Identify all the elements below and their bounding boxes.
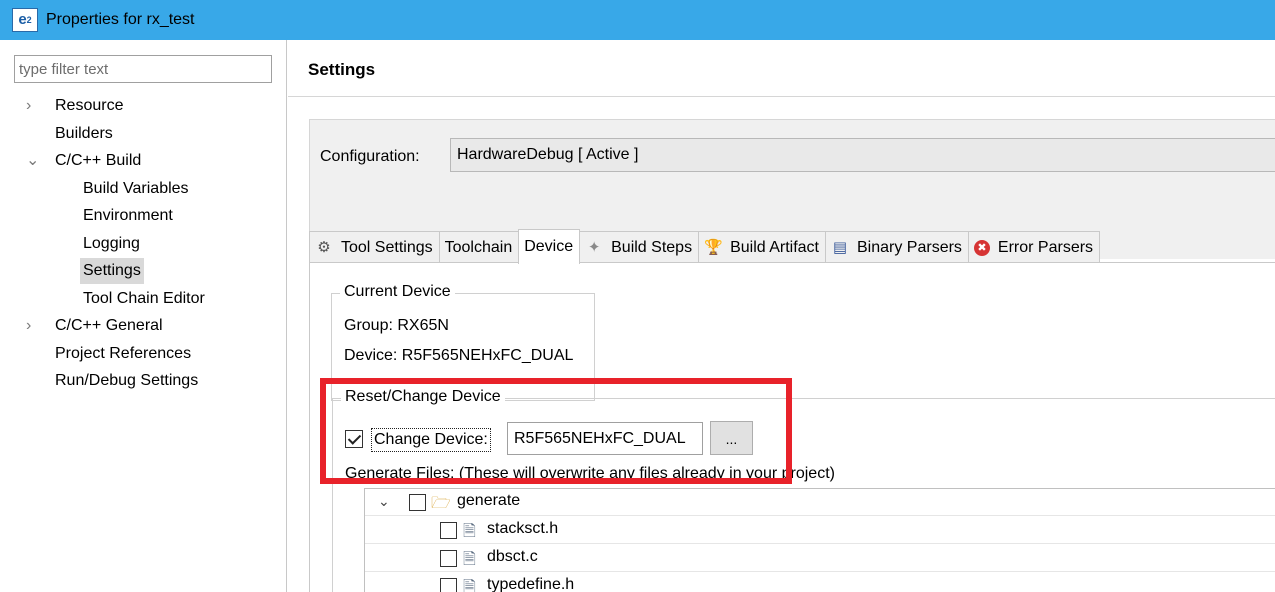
page-header: Settings	[288, 40, 1275, 97]
tree-item-label: Builders	[55, 124, 113, 142]
file-icon: 🗎	[463, 551, 476, 568]
chevron-right-icon[interactable]: ›	[26, 312, 40, 340]
generate-files-tree: ⌄ 🗁 generate 🗎 stacksct.h 🗎 dbsct.c 🗎 ty…	[364, 488, 1275, 592]
tree-item-label: Build Variables	[83, 179, 189, 197]
current-device-text: Device: R5F565NEHxFC_DUAL	[344, 347, 574, 364]
tree-item-label: Environment	[83, 207, 173, 224]
file-icon: 🗎	[463, 523, 476, 540]
tree-item-builders[interactable]: Builders	[0, 120, 286, 148]
tab-binary-parsers[interactable]: ▤ Binary Parsers	[825, 231, 969, 263]
build-artifact-icon: 🏆	[704, 238, 723, 256]
tree-item-label: Settings	[80, 258, 144, 284]
tab-label: Binary Parsers	[857, 238, 962, 256]
tab-tool-settings[interactable]: ⚙ Tool Settings	[309, 231, 440, 263]
e2-studio-logo-icon: e2	[12, 8, 38, 32]
generate-files-label: Generate Files: (These will overwrite an…	[345, 465, 835, 482]
tab-toolchain[interactable]: Toolchain	[438, 231, 520, 263]
reset-change-device-group: Reset/Change Device Change Device: R5F56…	[332, 388, 1275, 592]
tree-item-label: Run/Debug Settings	[55, 372, 199, 389]
chevron-down-icon[interactable]: ⌄	[26, 147, 40, 175]
error-parsers-icon: ✖	[973, 239, 990, 256]
file-tree-row[interactable]: 🗎 dbsct.c	[365, 545, 1275, 572]
configuration-label: Configuration:	[320, 148, 420, 165]
tree-item-build-variables[interactable]: Build Variables	[0, 175, 286, 203]
tab-label: Toolchain	[444, 238, 513, 256]
tree-item-label: C/C++ General	[55, 317, 163, 334]
change-device-label[interactable]: Change Device:	[371, 428, 491, 452]
tab-label: Error Parsers	[997, 238, 1094, 256]
properties-tree: › Resource Builders ⌄ C/C++ Build Build Varia…	[0, 92, 286, 395]
filter-input[interactable]	[14, 55, 272, 83]
file-tree-row[interactable]: 🗎 typedefine.h	[365, 573, 1275, 592]
tree-item-label: Resource	[55, 97, 124, 114]
tree-item-environment[interactable]: Environment	[0, 202, 286, 230]
file-tree-row[interactable]: 🗎 stacksct.h	[365, 517, 1275, 544]
reset-change-device-legend: Reset/Change Device	[341, 388, 505, 406]
tab-label: Tool Settings	[341, 238, 433, 256]
chevron-down-icon[interactable]: ⌄	[378, 493, 390, 510]
file-tree-row[interactable]: ⌄ 🗁 generate	[365, 489, 1275, 516]
tree-item-tool-chain-editor[interactable]: Tool Chain Editor	[0, 285, 286, 313]
tree-item-c-c-build[interactable]: ⌄ C/C++ Build	[0, 147, 286, 175]
file-checkbox[interactable]	[440, 550, 457, 567]
tree-item-project-references[interactable]: Project References	[0, 340, 286, 368]
file-checkbox[interactable]	[440, 578, 457, 592]
settings-pane: Settings Configuration: HardwareDebug [ …	[288, 40, 1275, 592]
file-tree-label: typedefine.h	[487, 576, 575, 592]
navigation-pane: › Resource Builders ⌄ C/C++ Build Build Varia…	[0, 40, 287, 592]
settings-tabs: ⚙ Tool Settings Toolchain Device ✦ Build Step…	[309, 229, 1275, 264]
current-device-group: Current Device Group: RX65N Device: R5F5…	[331, 283, 595, 401]
tab-build-artifact[interactable]: 🏆 Build Artifact	[698, 231, 826, 263]
tree-item-c-c-general[interactable]: › C/C++ General	[0, 312, 286, 340]
page-title: Settings	[308, 60, 376, 79]
generate-folder-checkbox[interactable]	[409, 494, 426, 511]
tree-item-label: Logging	[83, 234, 140, 252]
folder-open-icon: 🗁	[431, 495, 451, 512]
tool-settings-icon: ⚙	[317, 238, 331, 256]
tree-item-settings[interactable]: Settings	[0, 257, 286, 285]
tree-item-label: C/C++ Build	[55, 152, 142, 169]
change-device-checkbox[interactable]	[345, 430, 363, 448]
tab-label: Device	[524, 238, 574, 255]
configuration-select[interactable]: HardwareDebug [ Active ]	[450, 138, 1275, 172]
file-icon: 🗎	[463, 579, 476, 592]
device-name-field[interactable]: R5F565NEHxFC_DUAL	[507, 422, 703, 455]
browse-device-button[interactable]: ...	[710, 421, 753, 455]
tree-item-label: Project References	[55, 344, 192, 362]
file-tree-label: stacksct.h	[487, 520, 559, 537]
file-checkbox[interactable]	[440, 522, 457, 539]
tree-item-logging[interactable]: Logging	[0, 230, 286, 258]
tab-device[interactable]: Device	[518, 229, 581, 264]
file-tree-label: dbsct.c	[487, 548, 538, 565]
title-bar: e2 Properties for rx_test	[0, 0, 1275, 40]
tree-item-run-debug-settings[interactable]: Run/Debug Settings	[0, 367, 286, 395]
binary-parsers-icon: ▤	[832, 238, 848, 256]
build-steps-icon: ✦	[587, 238, 601, 256]
tab-error-parsers[interactable]: ✖ Error Parsers	[967, 231, 1101, 263]
tree-item-label: Tool Chain Editor	[83, 289, 205, 307]
tab-build-steps[interactable]: ✦ Build Steps	[579, 231, 700, 263]
file-tree-label: generate	[457, 492, 521, 509]
device-tab-panel: Current Device Group: RX65N Device: R5F5…	[309, 262, 1275, 592]
chevron-right-icon[interactable]: ›	[26, 92, 40, 120]
tab-label: Build Steps	[611, 238, 693, 256]
tab-label: Build Artifact	[730, 238, 819, 256]
current-group-text: Group: RX65N	[344, 317, 449, 334]
tree-item-resource[interactable]: › Resource	[0, 92, 286, 120]
current-device-legend: Current Device	[340, 283, 455, 301]
window-title: Properties for rx_test	[46, 11, 195, 28]
